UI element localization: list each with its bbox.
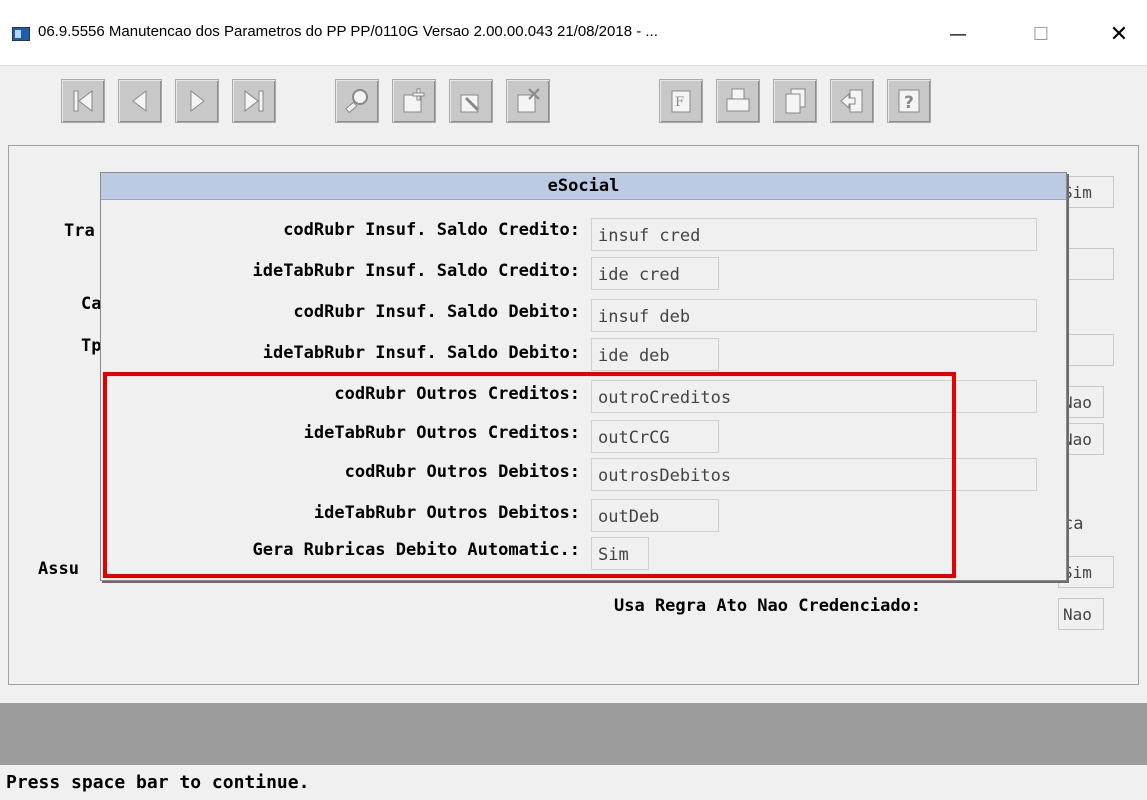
gera-rubricas-debito-automatic-label: Gera Rubricas Debito Automatic.: bbox=[252, 540, 580, 560]
copy-button[interactable] bbox=[773, 79, 817, 123]
idetabrubr-insuf-saldo-debito-field[interactable]: ide deb bbox=[591, 338, 719, 371]
close-button[interactable]: ✕ bbox=[1096, 14, 1142, 54]
add-icon bbox=[403, 88, 425, 113]
edit-button[interactable] bbox=[449, 79, 493, 123]
svg-text:?: ? bbox=[904, 93, 914, 113]
help-icon: ? bbox=[898, 89, 920, 113]
background-label-tp: Tp bbox=[81, 336, 102, 356]
codrubr-insuf-saldo-debito-label: codRubr Insuf. Saldo Debito: bbox=[293, 302, 580, 322]
exit-button[interactable] bbox=[830, 79, 874, 123]
edit-icon bbox=[460, 94, 480, 113]
idetabrubr-outros-debitos-label: ideTabRubr Outros Debitos: bbox=[313, 503, 580, 523]
toolbar: F ? bbox=[0, 66, 1147, 138]
print-button[interactable] bbox=[716, 79, 760, 123]
first-record-button[interactable] bbox=[61, 79, 105, 123]
delete-icon bbox=[517, 88, 540, 113]
dialog-title: eSocial bbox=[101, 173, 1066, 200]
delete-button[interactable] bbox=[506, 79, 550, 123]
next-record-button[interactable] bbox=[175, 79, 219, 123]
idetabrubr-insuf-saldo-debito-label: ideTabRubr Insuf. Saldo Debito: bbox=[262, 343, 580, 363]
first-record-icon bbox=[73, 89, 93, 113]
idetabrubr-outros-creditos-label: ideTabRubr Outros Creditos: bbox=[303, 423, 580, 443]
add-button[interactable] bbox=[392, 79, 436, 123]
print-icon bbox=[726, 88, 750, 112]
codrubr-outros-debitos-label: codRubr Outros Debitos: bbox=[344, 462, 580, 482]
idetabrubr-outros-debitos-field[interactable]: outDeb bbox=[591, 499, 719, 532]
codrubr-outros-debitos-field[interactable]: outrosDebitos bbox=[591, 458, 1037, 491]
app-icon bbox=[12, 27, 30, 41]
background-label-tra: Tra bbox=[64, 221, 95, 241]
title-bar: 06.9.5556 Manutencao dos Parametros do P… bbox=[0, 0, 1147, 66]
usa-regra-ato-field[interactable]: Nao bbox=[1058, 598, 1104, 630]
filter-icon: F bbox=[671, 90, 691, 113]
codrubr-outros-creditos-field[interactable]: outroCreditos bbox=[591, 380, 1037, 413]
previous-record-icon bbox=[132, 89, 147, 113]
status-message: Press space bar to continue. bbox=[6, 772, 310, 793]
svg-text:F: F bbox=[675, 95, 684, 110]
minimize-button[interactable]: — bbox=[935, 14, 981, 54]
maximize-button[interactable]: ☐ bbox=[1018, 14, 1064, 54]
filter-button[interactable]: F bbox=[659, 79, 703, 123]
search-icon bbox=[345, 89, 368, 114]
background-label-ca: Ca bbox=[81, 294, 102, 314]
copy-icon bbox=[785, 88, 806, 114]
codrubr-insuf-saldo-credito-label: codRubr Insuf. Saldo Credito: bbox=[283, 220, 580, 240]
usa-regra-ato-label: Usa Regra Ato Nao Credenciado: bbox=[614, 596, 922, 616]
gera-rubricas-debito-automatic-field[interactable]: Sim bbox=[591, 537, 649, 570]
codrubr-insuf-saldo-credito-field[interactable]: insuf cred bbox=[591, 218, 1037, 251]
last-record-button[interactable] bbox=[232, 79, 276, 123]
search-button[interactable] bbox=[335, 79, 379, 123]
codrubr-outros-creditos-label: codRubr Outros Creditos: bbox=[334, 384, 580, 404]
esocial-dialog: eSocial codRubr Insuf. Saldo Credito: in… bbox=[100, 172, 1067, 581]
idetabrubr-outros-creditos-field[interactable]: outCrCG bbox=[591, 420, 719, 453]
codrubr-insuf-saldo-debito-field[interactable]: insuf deb bbox=[591, 299, 1037, 332]
help-button[interactable]: ? bbox=[887, 79, 931, 123]
previous-record-button[interactable] bbox=[118, 79, 162, 123]
background-label-assu: Assu bbox=[38, 559, 79, 579]
exit-icon bbox=[840, 89, 863, 113]
window-title: 06.9.5556 Manutencao dos Parametros do P… bbox=[38, 23, 658, 40]
idetabrubr-insuf-saldo-credito-field[interactable]: ide cred bbox=[591, 257, 719, 290]
status-strip bbox=[0, 703, 1147, 765]
idetabrubr-insuf-saldo-credito-label: ideTabRubr Insuf. Saldo Credito: bbox=[252, 261, 580, 281]
next-record-icon bbox=[190, 89, 205, 113]
last-record-icon bbox=[244, 89, 264, 113]
